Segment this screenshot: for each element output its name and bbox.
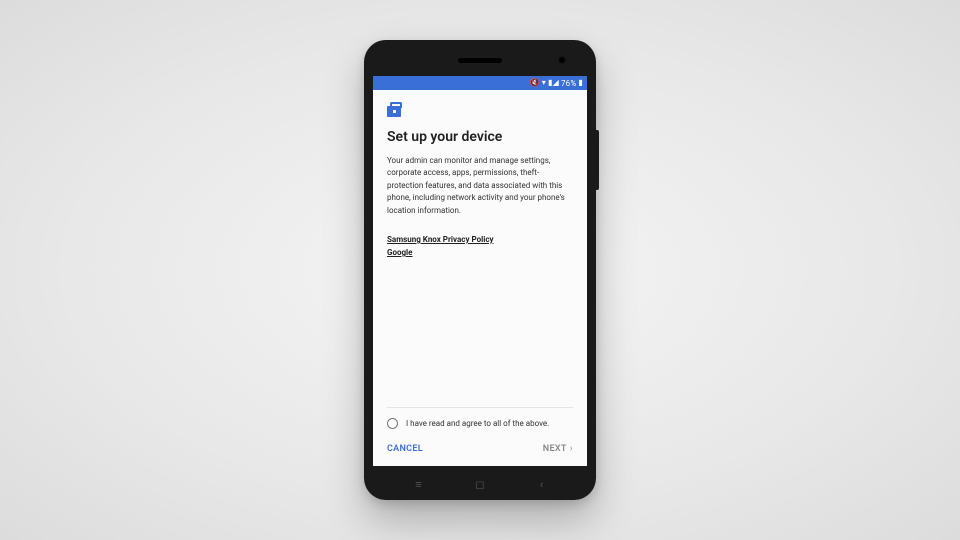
footer-bar: CANCEL NEXT ›	[373, 437, 587, 466]
back-key[interactable]: ‹	[535, 478, 549, 491]
chevron-right-icon: ›	[570, 443, 573, 454]
briefcase-icon	[387, 106, 401, 117]
battery-icon: ▮	[578, 79, 583, 87]
status-bar: 🔇 ▾ ▮◢ 76% ▮	[373, 76, 587, 90]
description-text: Your admin can monitor and manage settin…	[387, 155, 573, 217]
phone-camera	[558, 56, 566, 64]
home-key[interactable]: ◻	[473, 478, 487, 491]
phone-frame: 🔇 ▾ ▮◢ 76% ▮ Set up your device Your adm…	[364, 40, 596, 500]
wifi-icon: ▾	[542, 79, 546, 87]
next-label: NEXT	[543, 444, 567, 454]
link-google[interactable]: Google	[387, 248, 413, 257]
signal-icon: ▮◢	[548, 79, 559, 87]
agree-radio[interactable]	[387, 418, 398, 429]
link-knox-privacy[interactable]: Samsung Knox Privacy Policy	[387, 235, 494, 244]
page-title: Set up your device	[387, 129, 573, 145]
mute-icon: 🔇	[530, 79, 540, 87]
policy-links: Samsung Knox Privacy Policy Google	[387, 235, 573, 257]
agree-row[interactable]: I have read and agree to all of the abov…	[387, 407, 573, 437]
phone-speaker	[458, 58, 502, 63]
agree-label[interactable]: I have read and agree to all of the abov…	[406, 419, 549, 428]
next-button[interactable]: NEXT ›	[543, 443, 573, 454]
battery-percent: 76%	[561, 79, 576, 88]
hardware-nav-keys: ≡ ◻ ‹	[364, 478, 596, 491]
device-screen: 🔇 ▾ ▮◢ 76% ▮ Set up your device Your adm…	[373, 76, 587, 466]
cancel-button[interactable]: CANCEL	[387, 444, 423, 454]
main-content: Set up your device Your admin can monito…	[373, 90, 587, 437]
cancel-label: CANCEL	[387, 444, 423, 454]
recent-apps-key[interactable]: ≡	[412, 478, 426, 491]
